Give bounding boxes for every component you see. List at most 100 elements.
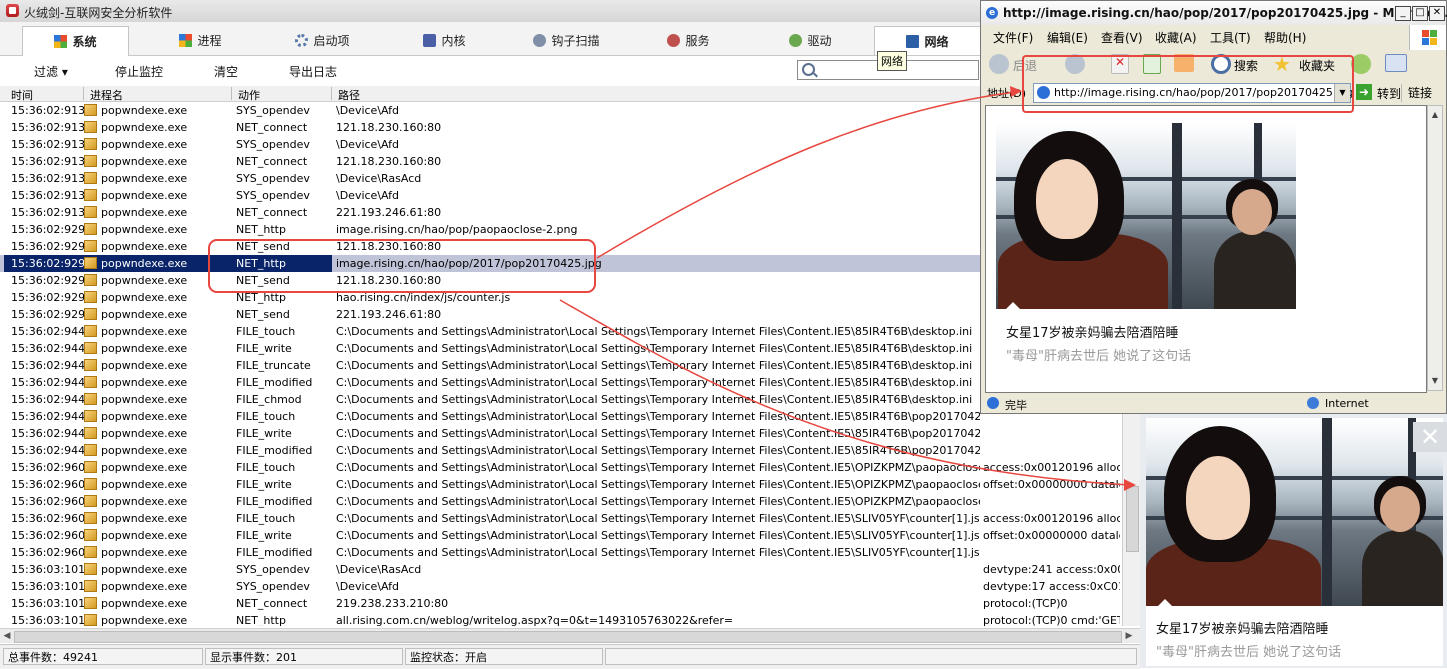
tab-label: 启动项	[313, 33, 350, 48]
links-button[interactable]: 链接	[1401, 84, 1445, 102]
cell-detail: access:0x00120196 alloc_size	[983, 461, 1120, 474]
cell-action: FILE_write	[236, 342, 292, 355]
ad-title[interactable]: 女星17岁被亲妈骗去陪酒陪睡	[1006, 322, 1179, 341]
table-row[interactable]: 15:36:02:944 popwndexe.exe FILE_modified C:…	[0, 374, 980, 391]
address-input[interactable]: http://image.rising.cn/hao/pop/2017/pop2…	[1033, 83, 1353, 103]
table-row[interactable]: 15:36:02:913 popwndexe.exe SYS_opendev \Dev…	[0, 170, 980, 187]
favorites-star-icon[interactable]: ★	[1273, 52, 1291, 76]
process-icon	[84, 376, 97, 388]
table-row[interactable]: 15:36:03:101 popwndexe.exe SYS_opendev \Dev…	[0, 578, 980, 595]
search-button[interactable]: 搜索	[1234, 57, 1258, 74]
table-row[interactable]: 15:36:02:929 popwndexe.exe NET_http image.r…	[0, 221, 980, 238]
table-row[interactable]: 15:36:02:929 popwndexe.exe NET_http image.r…	[0, 255, 980, 272]
status-empty	[605, 648, 1137, 665]
search-icon[interactable]	[1211, 54, 1231, 74]
go-arrow-icon[interactable]: ➜	[1356, 84, 1372, 100]
table-row[interactable]: 15:36:03:101 popwndexe.exe NET_connect 219.…	[0, 595, 980, 612]
minimize-button[interactable]: _	[1395, 6, 1411, 21]
table-row[interactable]: 15:36:02:944 popwndexe.exe FILE_write C:\Do…	[0, 340, 980, 357]
table-row[interactable]: 15:36:02:944 popwndexe.exe FILE_truncate C:…	[0, 357, 980, 374]
menu-edit[interactable]: 编辑(E)	[1047, 29, 1088, 46]
forward-arrow-icon[interactable]	[1065, 54, 1085, 74]
scroll-left-icon[interactable]: ◀	[2, 631, 12, 641]
menu-tools[interactable]: 工具(T)	[1210, 29, 1251, 46]
tab-label: 系统	[72, 35, 97, 49]
table-row[interactable]: 15:36:02:929 popwndexe.exe NET_send 221.193…	[0, 306, 980, 323]
tab-system[interactable]: 系统	[22, 26, 129, 56]
table-row[interactable]: 15:36:02:913 popwndexe.exe SYS_opendev \Dev…	[0, 136, 980, 153]
ie-title: http://image.rising.cn/hao/pop/2017/pop2…	[1003, 6, 1447, 20]
table-row[interactable]: 15:36:02:944 popwndexe.exe FILE_write C:\Do…	[0, 425, 980, 442]
scroll-thumb[interactable]	[14, 631, 1122, 643]
close-button[interactable]: ✕	[1429, 6, 1445, 21]
table-row[interactable]: 15:36:02:944 popwndexe.exe FILE_touch C:\Do…	[0, 323, 980, 340]
filter-button[interactable]: 过滤 ▾	[34, 63, 68, 80]
process-icon	[84, 257, 97, 269]
table-row[interactable]: 15:36:02:960 popwndexe.exe FILE_touch C:\Do…	[0, 510, 980, 527]
favorites-button[interactable]: 收藏夹	[1299, 57, 1335, 74]
table-row[interactable]: 15:36:03:101 popwndexe.exe SYS_opendev \Dev…	[0, 561, 980, 578]
cell-path: C:\Documents and Settings\Administrator\…	[336, 342, 973, 355]
tab-hook-scan[interactable]: 钩子扫描	[514, 26, 619, 54]
table-row[interactable]: 15:36:02:929 popwndexe.exe NET_send 121.18.…	[0, 272, 980, 289]
table-row[interactable]: 15:36:02:913 popwndexe.exe NET_connect 121.…	[0, 153, 980, 170]
tab-services[interactable]: 服务	[636, 26, 741, 54]
table-row[interactable]: 15:36:02:960 popwndexe.exe FILE_write C:\Do…	[0, 527, 980, 544]
close-icon[interactable]: ✕	[1413, 422, 1447, 452]
history-icon[interactable]	[1351, 54, 1371, 74]
table-row[interactable]: 15:36:02:960 popwndexe.exe FILE_modified C:…	[0, 544, 980, 561]
popup-ad-photo[interactable]	[1146, 418, 1443, 606]
back-arrow-icon[interactable]	[989, 54, 1009, 74]
clear-button[interactable]: 清空	[214, 63, 238, 80]
table-row[interactable]: 15:36:02:944 popwndexe.exe FILE_modified C:…	[0, 442, 980, 459]
table-row[interactable]: 15:36:02:944 popwndexe.exe FILE_chmod C:\Do…	[0, 391, 980, 408]
table-row[interactable]: 15:36:02:929 popwndexe.exe NET_http hao.ris…	[0, 289, 980, 306]
back-button[interactable]: 后退	[1013, 57, 1037, 74]
refresh-icon[interactable]	[1143, 54, 1161, 74]
table-row[interactable]: 15:36:02:960 popwndexe.exe FILE_modified C:…	[0, 493, 980, 510]
ad-photo[interactable]	[996, 123, 1296, 309]
cell-process: popwndexe.exe	[101, 529, 188, 542]
table-row[interactable]: 15:36:03:101 popwndexe.exe NET_http all.ris…	[0, 612, 980, 626]
cell-time: 15:36:02:944	[11, 410, 86, 423]
table-row[interactable]: 15:36:02:960 popwndexe.exe FILE_write C:\Do…	[0, 476, 980, 493]
scroll-down-icon[interactable]: ▼	[1430, 376, 1440, 388]
go-button[interactable]: 转到	[1377, 85, 1401, 102]
scroll-up-icon[interactable]: ▲	[1430, 110, 1440, 122]
stop-icon[interactable]: ✕	[1111, 54, 1129, 74]
column-path[interactable]: 路径	[338, 87, 360, 103]
cell-action: SYS_opendev	[236, 563, 310, 576]
ie-vertical-scrollbar[interactable]: ▲ ▼	[1427, 105, 1443, 391]
table-row[interactable]: 15:36:02:960 popwndexe.exe FILE_touch C:\Do…	[0, 459, 980, 476]
menu-favorites[interactable]: 收藏(A)	[1155, 29, 1197, 46]
home-icon[interactable]	[1174, 54, 1194, 72]
tab-process[interactable]: 进程	[148, 26, 253, 54]
menu-view[interactable]: 查看(V)	[1101, 29, 1143, 46]
column-action[interactable]: 动作	[238, 87, 260, 103]
table-row[interactable]: 15:36:02:944 popwndexe.exe FILE_touch C:\Do…	[0, 408, 980, 425]
mail-icon[interactable]	[1385, 54, 1407, 72]
tab-kernel[interactable]: 内核	[392, 26, 497, 54]
tab-startup[interactable]: 启动项	[270, 26, 375, 54]
popup-ad[interactable]: ✕ 女星17岁被亲妈骗去陪酒陪睡 "毒母"肝病去世后 她说了这句话	[1146, 418, 1447, 666]
table-row[interactable]: 15:36:02:929 popwndexe.exe NET_send 121.18.…	[0, 238, 980, 255]
popup-ad-title[interactable]: 女星17岁被亲妈骗去陪酒陪睡	[1156, 618, 1329, 637]
menu-help[interactable]: 帮助(H)	[1264, 29, 1306, 46]
vertical-scrollbar[interactable]	[1122, 414, 1141, 626]
table-row[interactable]: 15:36:02:913 popwndexe.exe SYS_opendev \Dev…	[0, 187, 980, 204]
popup-ad-subtitle[interactable]: "毒母"肝病去世后 她说了这句话	[1156, 641, 1341, 660]
ad-subtitle[interactable]: "毒母"肝病去世后 她说了这句话	[1006, 345, 1191, 364]
table-row[interactable]: 15:36:02:913 popwndexe.exe NET_connect 121.…	[0, 119, 980, 136]
scroll-right-icon[interactable]: ▶	[1124, 631, 1134, 641]
column-process[interactable]: 进程名	[90, 87, 123, 103]
menu-file[interactable]: 文件(F)	[993, 29, 1033, 46]
tab-drivers[interactable]: 驱动	[758, 26, 863, 54]
maximize-button[interactable]: □	[1412, 6, 1428, 21]
stop-monitor-button[interactable]: 停止监控	[115, 63, 163, 80]
chevron-down-icon[interactable]: ▼	[1334, 84, 1350, 102]
export-log-button[interactable]: 导出日志	[289, 63, 337, 80]
column-time[interactable]: 时间	[11, 87, 33, 103]
horizontal-scrollbar[interactable]: ◀ ▶	[0, 628, 1140, 643]
table-row[interactable]: 15:36:02:913 popwndexe.exe SYS_opendev \Dev…	[0, 102, 980, 119]
table-row[interactable]: 15:36:02:913 popwndexe.exe NET_connect 221.…	[0, 204, 980, 221]
